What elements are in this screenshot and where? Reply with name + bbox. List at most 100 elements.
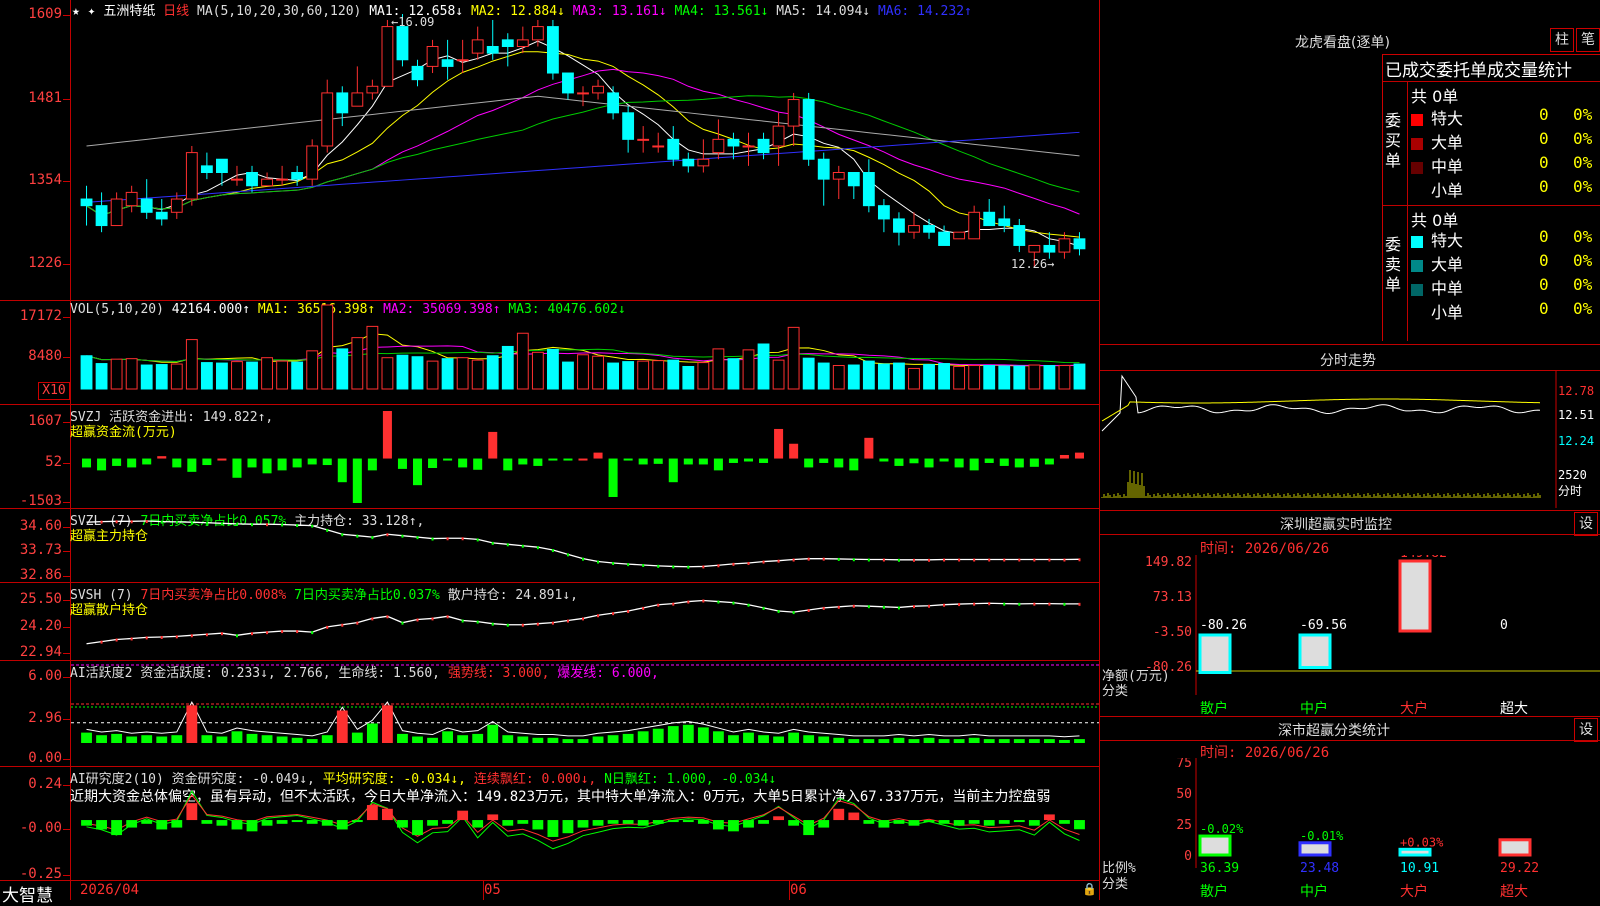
vol-bar bbox=[471, 359, 484, 390]
svg-svzl-tick bbox=[431, 537, 434, 541]
ai-research-bar bbox=[517, 820, 529, 824]
svg-svzl-tick bbox=[1063, 558, 1066, 562]
svg-svsh-tick bbox=[582, 617, 584, 621]
svzj-bar bbox=[277, 458, 287, 471]
ai-activity-chart[interactable] bbox=[71, 661, 1099, 766]
bar-mode-button[interactable]: 柱 bbox=[1550, 28, 1574, 52]
ai-research-bar bbox=[81, 820, 92, 826]
svzj-bar bbox=[428, 458, 438, 469]
svg-svsh-tick bbox=[912, 605, 915, 609]
vol-bar bbox=[366, 325, 379, 390]
svzj-bar bbox=[307, 458, 317, 465]
vol-bar bbox=[562, 361, 574, 390]
candle-body bbox=[637, 138, 650, 141]
svzj-bar bbox=[352, 458, 362, 503]
ai-research-bar bbox=[261, 820, 273, 826]
dragon-title: 龙虎看盘(逐单) bbox=[1295, 35, 1390, 51]
intraday-price-line bbox=[1101, 374, 1541, 432]
candle-body bbox=[727, 138, 740, 147]
svg-svsh-tick bbox=[311, 631, 314, 635]
monitor-category: 中户 bbox=[1300, 700, 1328, 715]
svg-svzl-tick bbox=[687, 565, 690, 569]
vol-bar bbox=[697, 362, 710, 390]
class-chart[interactable]: 75 50 25 0 -0.02% 36.39 散户 -0.01% 23.48 中户 +0.03% 1… bbox=[1100, 758, 1600, 900]
class-settings-button[interactable]: 设 bbox=[1574, 718, 1598, 742]
price-y-tick-2: 1354 bbox=[28, 172, 62, 188]
ai-research-bar bbox=[186, 803, 198, 821]
vol-bar bbox=[516, 332, 529, 390]
svsh-y-tick-1: 24.20 bbox=[19, 618, 62, 634]
ai-activity-bar bbox=[983, 739, 995, 743]
tick-mode-button[interactable]: 笔 bbox=[1576, 28, 1600, 52]
intraday-chart[interactable]: 12.78 12.51 12.24 2520 分时 bbox=[1100, 371, 1600, 508]
ai-activity-bar bbox=[878, 739, 890, 743]
monitor-bar bbox=[1398, 559, 1432, 633]
svg-svsh-tick bbox=[251, 632, 254, 636]
ma-line-1 bbox=[86, 40, 1080, 247]
svg-svsh-tick bbox=[356, 621, 359, 625]
svg-svsh-tick bbox=[657, 603, 660, 607]
svg-svzl-tick bbox=[491, 541, 494, 545]
ai-activity-bar bbox=[382, 705, 393, 743]
order-count: 0 bbox=[1539, 251, 1549, 270]
vol-bar bbox=[155, 364, 168, 390]
candlestick-chart[interactable]: ←16.09 12.26→ bbox=[71, 0, 1099, 300]
svzj-chart[interactable] bbox=[71, 405, 1099, 508]
candle-body bbox=[486, 45, 499, 54]
svg-svsh-tick bbox=[160, 635, 163, 639]
candle-body bbox=[200, 165, 213, 174]
candle-body bbox=[185, 152, 198, 200]
svg-svzl-tick bbox=[521, 544, 524, 548]
candle-body bbox=[366, 85, 379, 94]
ai-activity-bar bbox=[351, 732, 363, 743]
order-size-label: 小单 bbox=[1431, 181, 1464, 200]
order-pct: 0% bbox=[1573, 299, 1593, 318]
class-bar bbox=[1198, 834, 1232, 857]
vol-bar bbox=[170, 363, 183, 390]
ai-research-bar bbox=[743, 820, 754, 828]
vol-bar bbox=[140, 364, 153, 390]
monitor-value-label: 149.82 bbox=[1400, 555, 1447, 561]
vol-bar bbox=[200, 362, 213, 390]
ai-activity-bar bbox=[216, 736, 228, 743]
svg-svzl-tick bbox=[852, 558, 855, 562]
ai-research-bar bbox=[592, 820, 604, 826]
svzj-bar bbox=[939, 458, 949, 462]
candle-body bbox=[697, 158, 710, 167]
svg-svzl-tick bbox=[1078, 558, 1081, 562]
svg-svsh-tick bbox=[220, 632, 223, 636]
svg-svzl-tick bbox=[837, 557, 840, 561]
ai-activity-bar bbox=[712, 731, 724, 743]
ai-research-bar bbox=[758, 820, 769, 824]
svg-svzl-tick bbox=[1033, 558, 1036, 562]
vol-bar bbox=[231, 361, 243, 390]
ai-activity-bar bbox=[1074, 739, 1085, 743]
monitor-settings-button[interactable]: 设 bbox=[1574, 512, 1598, 536]
svsh-chart[interactable] bbox=[71, 583, 1099, 660]
ai-activity-bar bbox=[1043, 739, 1055, 743]
ai-activity-bar bbox=[96, 735, 107, 743]
svzl-chart[interactable] bbox=[71, 509, 1099, 582]
ai-activity-bar bbox=[803, 735, 815, 743]
svzl-y-tick-1: 33.73 bbox=[19, 542, 62, 558]
candle-body bbox=[426, 45, 439, 67]
legend-swatch bbox=[1411, 259, 1423, 272]
order-pct: 0% bbox=[1573, 251, 1593, 270]
candle-body bbox=[908, 225, 920, 233]
class-value-label: 23.48 bbox=[1300, 861, 1339, 876]
svg-svsh-tick bbox=[401, 621, 404, 625]
vol-bar bbox=[306, 350, 319, 390]
candle-body bbox=[742, 145, 755, 148]
ai-research-chart[interactable] bbox=[71, 767, 1099, 880]
ai-activity-bar bbox=[366, 723, 378, 743]
vol-bar bbox=[622, 361, 635, 390]
monitor-chart[interactable]: 149.8273.13-3.50-80.26-80.26散户-69.56中户14… bbox=[1100, 555, 1600, 715]
ai-research-bar bbox=[667, 820, 679, 823]
candle-body bbox=[140, 198, 153, 213]
vol-bar bbox=[185, 339, 198, 390]
vol-bar bbox=[802, 357, 815, 390]
buy-side-label: 委买单 bbox=[1385, 111, 1402, 170]
volume-chart[interactable] bbox=[71, 301, 1099, 404]
lock-icon[interactable]: 🔒 bbox=[1082, 882, 1097, 896]
ai-research-bar bbox=[111, 820, 123, 836]
